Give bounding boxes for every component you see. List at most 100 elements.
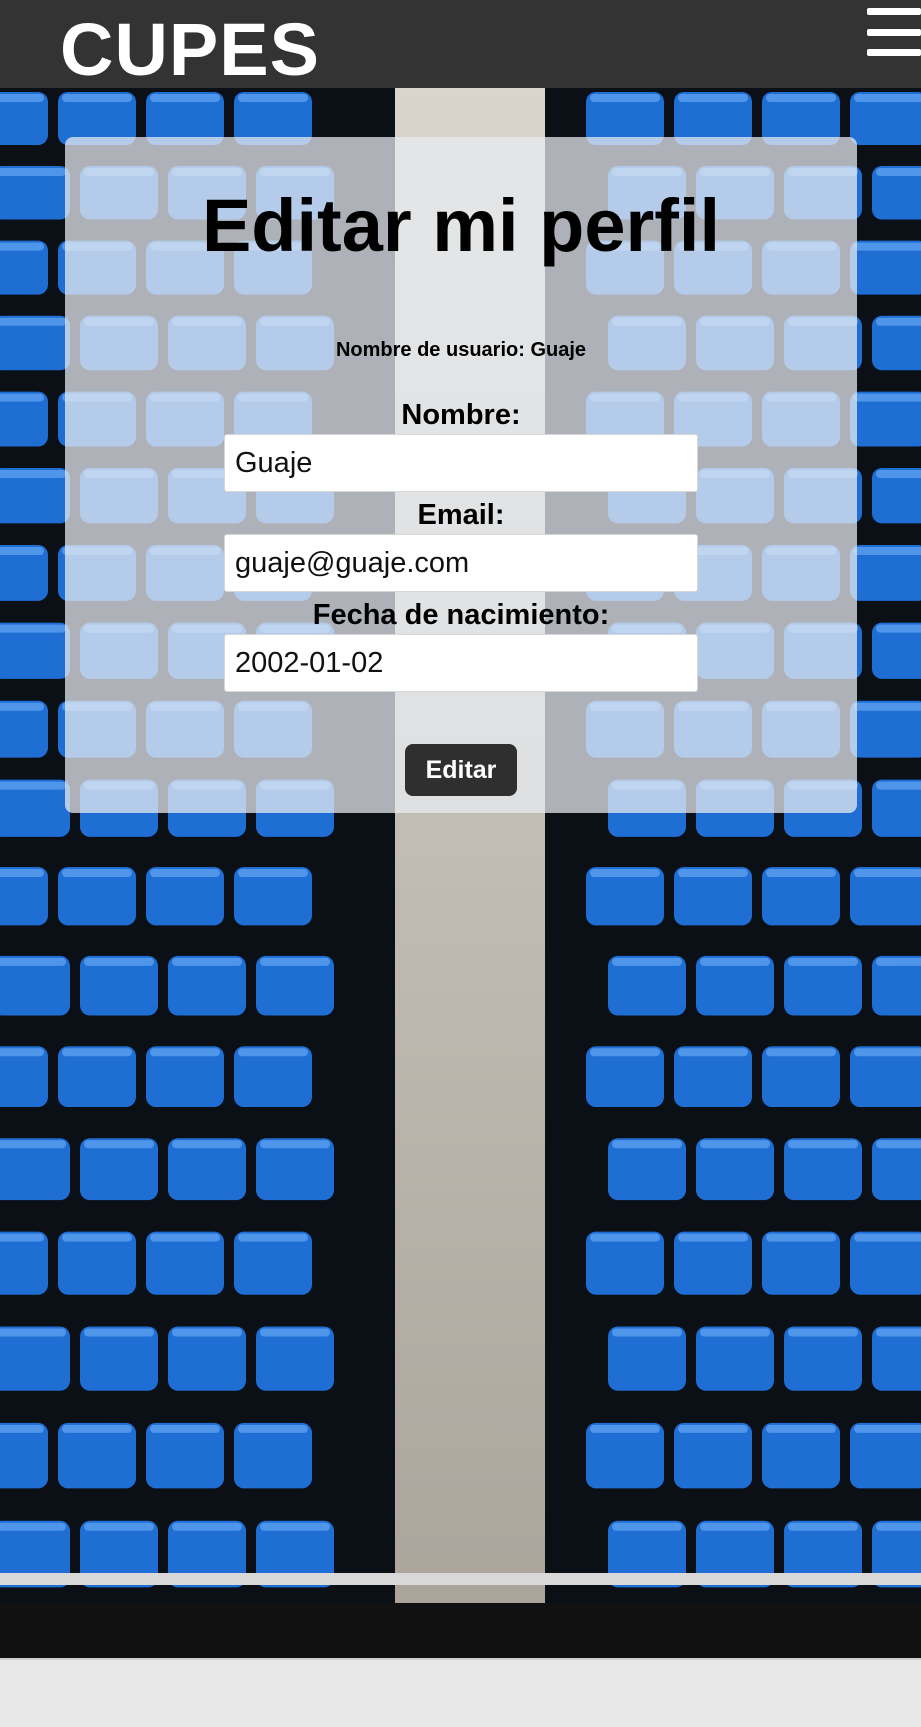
stadium-seat-highlight bbox=[150, 1048, 220, 1057]
stadium-seat-highlight bbox=[612, 957, 682, 966]
footer-floor bbox=[0, 1658, 921, 1727]
stadium-seat-highlight bbox=[854, 547, 921, 555]
email-input[interactable] bbox=[224, 534, 698, 592]
stadium-seat-highlight bbox=[0, 869, 44, 877]
nombre-field-group: Nombre: bbox=[65, 398, 857, 492]
stadium-seat-highlight bbox=[0, 781, 66, 790]
stadium-seat-highlight bbox=[260, 1140, 330, 1149]
stadium-seat-highlight bbox=[612, 1522, 682, 1531]
stadium-seat-highlight bbox=[678, 94, 748, 102]
stadium-seat-highlight bbox=[84, 1522, 154, 1531]
editar-button[interactable]: Editar bbox=[405, 744, 517, 796]
hamburger-menu-icon[interactable] bbox=[867, 8, 921, 56]
stadium-seat-highlight bbox=[150, 94, 220, 102]
stadium-seat-highlight bbox=[84, 1328, 154, 1337]
stadium-seat-highlight bbox=[84, 1140, 154, 1149]
email-field-group: Email: bbox=[65, 498, 857, 592]
stadium-seat-highlight bbox=[700, 957, 770, 966]
stadium-seat-highlight bbox=[0, 94, 44, 102]
nombre-input[interactable] bbox=[224, 434, 698, 492]
stadium-seat-highlight bbox=[590, 1424, 660, 1433]
stadium-seat-highlight bbox=[766, 869, 836, 877]
stadium-seat-highlight bbox=[854, 393, 921, 402]
stadium-seat-highlight bbox=[678, 869, 748, 877]
username-display: Nombre de usuario: Guaje bbox=[335, 339, 587, 361]
stadium-seat-highlight bbox=[876, 317, 921, 326]
stadium-seat-highlight bbox=[700, 1140, 770, 1149]
stadium-seat-highlight bbox=[700, 1328, 770, 1337]
stadium-seat-highlight bbox=[150, 869, 220, 877]
stadium-seat-highlight bbox=[854, 242, 921, 251]
stadium-seat-highlight bbox=[788, 1522, 858, 1531]
stadium-seat-highlight bbox=[0, 1048, 44, 1057]
stadium-seat-highlight bbox=[876, 624, 921, 633]
stadium-seat-highlight bbox=[238, 1048, 308, 1057]
stadium-seat-highlight bbox=[0, 1424, 44, 1433]
stadium-seat-highlight bbox=[766, 1233, 836, 1242]
stadium-seat-highlight bbox=[678, 1233, 748, 1242]
stadium-seat-highlight bbox=[590, 1048, 660, 1057]
stadium-seat-highlight bbox=[238, 1424, 308, 1433]
stadium-seat-highlight bbox=[0, 1140, 66, 1149]
fecha-nacimiento-label: Fecha de nacimiento: bbox=[312, 599, 610, 631]
stadium-seat-highlight bbox=[62, 1048, 132, 1057]
fecha-nacimiento-input[interactable] bbox=[224, 634, 698, 692]
nombre-label: Nombre: bbox=[401, 399, 521, 431]
stadium-seat-highlight bbox=[172, 1328, 242, 1337]
stadium-seat-highlight bbox=[62, 1424, 132, 1433]
stadium-seat-highlight bbox=[0, 393, 44, 402]
email-label: Email: bbox=[417, 499, 505, 531]
stadium-seat-highlight bbox=[766, 1048, 836, 1057]
stadium-seat-highlight bbox=[260, 957, 330, 966]
stadium-seat-highlight bbox=[0, 317, 66, 326]
stadium-seat-highlight bbox=[612, 1140, 682, 1149]
stadium-seat-highlight bbox=[238, 1233, 308, 1242]
stadium-seat-highlight bbox=[0, 957, 66, 966]
edit-profile-form: Nombre: Email: Fecha de nacimiento: Edit… bbox=[65, 398, 857, 796]
stadium-seat-highlight bbox=[0, 547, 44, 555]
stadium-seat-highlight bbox=[0, 1328, 66, 1337]
stadium-seat-highlight bbox=[0, 624, 66, 633]
stadium-seat-highlight bbox=[0, 242, 44, 251]
fecha-field-group: Fecha de nacimiento: bbox=[65, 598, 857, 692]
stadium-seat-highlight bbox=[876, 781, 921, 790]
stadium-seat-highlight bbox=[788, 957, 858, 966]
edit-profile-card: Editar mi perfil Nombre de usuario: Guaj… bbox=[65, 137, 857, 813]
stadium-seat-highlight bbox=[766, 1424, 836, 1433]
stadium-seat-highlight bbox=[854, 702, 921, 711]
stadium-seat-highlight bbox=[260, 1328, 330, 1337]
stadium-seat-highlight bbox=[700, 1522, 770, 1531]
stadium-seat-highlight bbox=[590, 1233, 660, 1242]
page-title: Editar mi perfil bbox=[201, 184, 721, 267]
stadium-seat-highlight bbox=[854, 869, 921, 877]
stadium-seat-highlight bbox=[172, 1522, 242, 1531]
stadium-seat-highlight bbox=[854, 1233, 921, 1242]
stadium-seat-highlight bbox=[678, 1424, 748, 1433]
stadium-seat-highlight bbox=[788, 1140, 858, 1149]
brand-logo[interactable]: CUPES bbox=[60, 6, 320, 94]
stadium-seat-highlight bbox=[876, 1140, 921, 1149]
stadium-seat-highlight bbox=[766, 94, 836, 102]
stadium-seat-highlight bbox=[150, 1424, 220, 1433]
stadium-seat-highlight bbox=[150, 1233, 220, 1242]
stadium-seat-highlight bbox=[854, 1424, 921, 1433]
stadium-seat-highlight bbox=[0, 168, 66, 176]
stadium-seat-highlight bbox=[876, 1328, 921, 1337]
stadium-seat-highlight bbox=[84, 957, 154, 966]
stadium-seat-highlight bbox=[788, 1328, 858, 1337]
stadium-seat-highlight bbox=[260, 1522, 330, 1531]
stadium-seat-highlight bbox=[172, 957, 242, 966]
stadium-seat-highlight bbox=[876, 168, 921, 176]
stadium-seat-highlight bbox=[876, 1522, 921, 1531]
stadium-seat-highlight bbox=[678, 1048, 748, 1057]
stadium-seat-highlight bbox=[238, 94, 308, 102]
stadium-seat-highlight bbox=[62, 94, 132, 102]
stadium-seat-highlight bbox=[62, 1233, 132, 1242]
stadium-seat-highlight bbox=[0, 702, 44, 711]
stadium-seat-highlight bbox=[590, 94, 660, 102]
stadium-seat-highlight bbox=[876, 957, 921, 966]
stadium-seat-highlight bbox=[0, 1522, 66, 1531]
stadium-seat-highlight bbox=[62, 869, 132, 877]
stadium-seat-highlight bbox=[876, 470, 921, 478]
stadium-seat-highlight bbox=[854, 1048, 921, 1057]
